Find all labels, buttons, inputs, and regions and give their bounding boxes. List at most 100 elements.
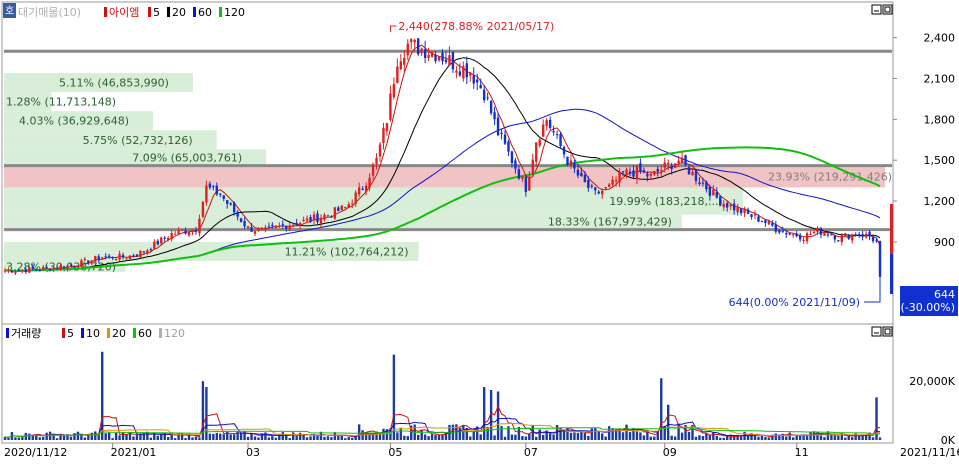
- candle-body: [503, 134, 507, 144]
- candle-body: [757, 216, 760, 222]
- candle-body: [753, 214, 757, 216]
- volume-panel-min-button[interactable]: [871, 326, 882, 337]
- volume-bar: [305, 437, 309, 440]
- volume-bar: [344, 438, 347, 440]
- candle-body: [375, 157, 378, 165]
- x-axis-labels: 2020/11/12 2021/01 03 05 07 09 11 2021/11/16: [4, 443, 959, 459]
- volume-bar: [479, 434, 482, 440]
- candle-body: [302, 219, 305, 222]
- candle-body: [555, 134, 559, 136]
- volume-bar: [288, 438, 291, 440]
- candle-body: [458, 71, 462, 76]
- candle-body: [465, 63, 469, 78]
- profile-bar-4: [4, 165, 885, 188]
- candle-body: [778, 229, 781, 233]
- candle-body: [569, 160, 573, 167]
- candle-body: [493, 112, 496, 120]
- candle-body: [187, 232, 191, 236]
- volume-bar: [208, 433, 212, 440]
- volume-bar: [45, 432, 48, 440]
- candle-body: [260, 227, 264, 229]
- candle-body: [97, 256, 100, 260]
- candle-body: [722, 203, 725, 208]
- candle-body: [361, 188, 364, 190]
- volume-bar: [552, 434, 555, 440]
- candle-body: [823, 233, 826, 236]
- legend-ma-label-2: 60: [198, 6, 212, 19]
- candle-body: [455, 70, 458, 73]
- volume-legend-label-1: 10: [86, 327, 100, 340]
- candle-body: [31, 266, 34, 269]
- candle-body: [580, 172, 583, 177]
- candle-body: [510, 151, 514, 164]
- candle-body: [781, 230, 784, 232]
- candle-body: [819, 227, 823, 235]
- volume-bar: [427, 436, 430, 440]
- volume-bar: [21, 436, 24, 440]
- volume-legend-label-4: 120: [164, 327, 185, 340]
- candle-body: [94, 256, 97, 262]
- candle-body: [41, 267, 45, 270]
- volume-bar: [514, 434, 517, 440]
- candle-body: [521, 176, 524, 179]
- candle-body: [840, 235, 844, 242]
- candle-body: [663, 162, 666, 168]
- candle-body: [80, 260, 83, 267]
- volume-bar: [528, 433, 531, 440]
- volume-bar: [871, 437, 875, 440]
- volume-bar: [347, 436, 350, 440]
- candle-body: [226, 200, 229, 204]
- x-tick-label-4: 07: [524, 446, 538, 459]
- volume-legend-label-3: 60: [138, 327, 152, 340]
- candle-body: [430, 52, 434, 57]
- volume-bar: [94, 431, 97, 440]
- candle-body: [326, 215, 330, 217]
- volume-bar: [500, 425, 503, 440]
- x-tick-label-7: 2021/11/16: [900, 446, 959, 459]
- candle-body: [312, 214, 316, 221]
- volume-legend-mark-2: [107, 328, 110, 338]
- volume-bar: [83, 437, 87, 440]
- volume-bar: [28, 433, 31, 440]
- candle-body: [538, 139, 541, 146]
- candle-body: [121, 254, 125, 258]
- candle-body: [691, 171, 694, 176]
- volume-bar: [403, 435, 406, 440]
- y-tick-label-3: 1,500: [924, 154, 956, 167]
- candle-body: [798, 235, 802, 240]
- candle-body: [48, 268, 52, 271]
- volume-bar: [177, 432, 180, 440]
- candle-body: [562, 147, 566, 155]
- volume-bar: [562, 431, 566, 440]
- candle-body: [69, 264, 73, 266]
- volume-legend-mark-1: [81, 328, 84, 338]
- candle-body: [385, 123, 389, 132]
- volume-bar: [788, 432, 791, 440]
- volume-bar: [239, 433, 243, 440]
- candle-body: [236, 211, 239, 217]
- volume-bar: [590, 428, 594, 440]
- legend-ma-mark-1: [167, 7, 170, 17]
- candle-body: [826, 234, 830, 236]
- candle-body: [712, 189, 715, 196]
- volume-bar: [191, 437, 194, 440]
- volume-panel-max-button[interactable]: [882, 326, 893, 337]
- volume-bar: [291, 432, 295, 440]
- candle-body: [316, 213, 319, 222]
- volume-bar: [573, 432, 576, 440]
- candle-body: [559, 133, 562, 147]
- volume-bar: [649, 436, 653, 440]
- volume-bar: [316, 435, 319, 440]
- volume-bar: [309, 436, 312, 440]
- price-panel-min-button[interactable]: [871, 4, 882, 15]
- volume-bar: [114, 432, 118, 440]
- low-annotation: 644(0.00% 2021/11/09): [729, 296, 860, 309]
- candle-body: [469, 73, 472, 76]
- volume-bar: [493, 435, 496, 440]
- candle-body: [10, 270, 14, 273]
- volume-bar: [548, 433, 552, 440]
- candle-body: [847, 234, 850, 239]
- price-panel-max-button[interactable]: [882, 4, 893, 15]
- candle-body: [340, 205, 344, 211]
- candle-body: [732, 203, 736, 211]
